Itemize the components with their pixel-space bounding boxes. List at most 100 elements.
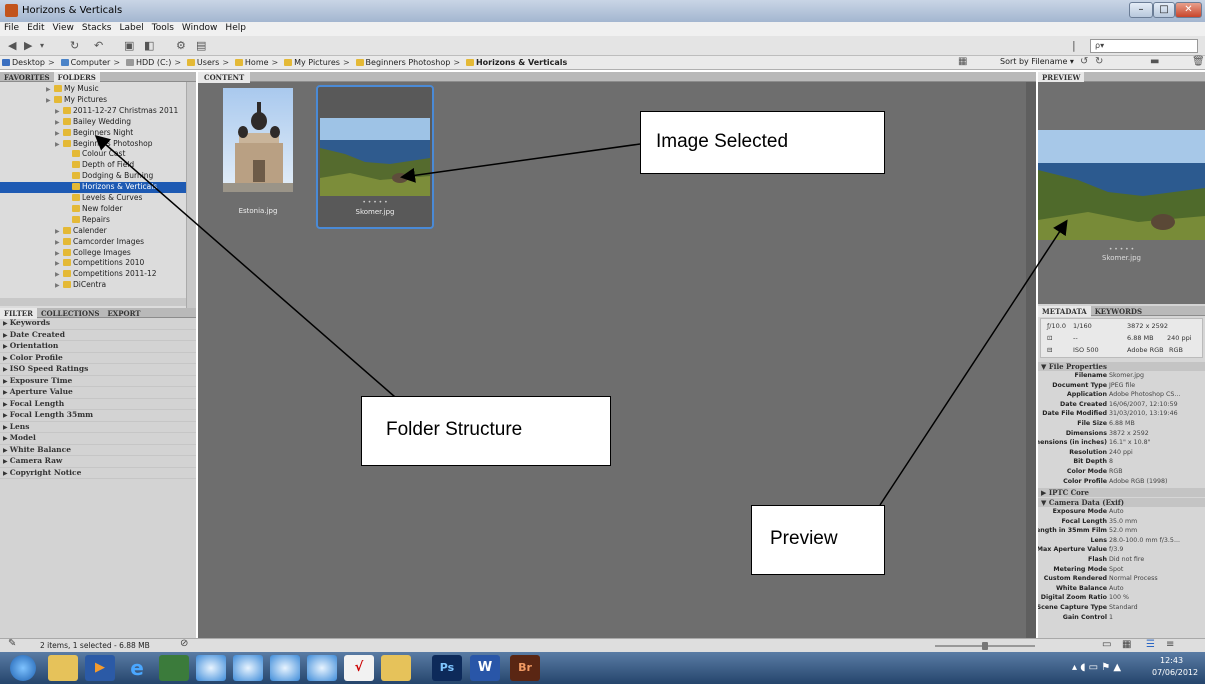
breadcrumb-my-pictures[interactable]: My Pictures [282,56,342,67]
expand-arrow-icon[interactable]: ▶ [55,271,63,278]
preview-rating-stars[interactable]: • • • • • [1038,246,1205,253]
filter-category[interactable]: ▶ Exposure Time [0,376,196,387]
taskbar-folder-icon[interactable] [381,655,411,681]
folder-tree-item[interactable]: ▶Levels & Curves [0,193,186,204]
reveal-recent-icon[interactable]: ↻ [70,39,79,52]
filter-category[interactable]: ▶ Copyright Notice [0,468,196,479]
clock-date[interactable]: 07/06/2012 [1152,668,1198,677]
taskbar-ie-icon[interactable]: e [122,655,152,681]
taskbar-chrome-icon[interactable] [270,655,300,681]
menu-label[interactable]: Label [115,22,147,33]
folder-tree-item[interactable]: ▶ 2011-12-27 Christmas 2011 [0,106,186,117]
breadcrumb-desktop[interactable]: Desktop [0,56,47,67]
breadcrumb-home[interactable]: Home [233,56,271,67]
rotate-right-icon[interactable]: ↻ [1095,56,1103,67]
tab-keywords[interactable]: KEYWORDS [1091,306,1146,317]
output-icon[interactable]: ▤ [196,39,206,52]
maximize-button[interactable]: □ [1153,2,1175,18]
breadcrumb-users[interactable]: Users [185,56,221,67]
taskbar-word-icon[interactable]: W [470,655,500,681]
search-input[interactable]: ρ▾ [1090,39,1198,53]
folder-tree-item[interactable]: ▶Horizons & Verticals [0,182,186,194]
content-scrollbar[interactable] [1026,82,1036,638]
refine-icon[interactable]: ◧ [144,39,154,52]
taskbar-acrobat-icon[interactable]: √ [344,655,374,681]
filter-category[interactable]: ▶ ISO Speed Ratings [0,364,196,376]
breadcrumb-computer[interactable]: Computer [59,56,113,67]
filter-category[interactable]: ▶ Model [0,433,196,445]
filter-category[interactable]: ▶ Date Created [0,330,196,341]
taskbar-explorer-icon[interactable] [48,655,78,681]
close-button[interactable]: ✕ [1175,2,1202,18]
filter-category[interactable]: ▶ Orientation [0,341,196,353]
thumbnail-estonia[interactable] [223,88,293,192]
folder-hscrollbar[interactable] [0,298,186,306]
breadcrumb-horizons-verticals[interactable]: Horizons & Verticals [464,56,569,67]
folder-tree-item[interactable]: ▶ Calender [0,226,186,237]
menu-window[interactable]: Window [178,22,222,33]
filter-category[interactable]: ▶ Camera Raw [0,456,196,468]
tab-content[interactable]: CONTENT [198,72,251,83]
delete-icon[interactable]: 🗑 [1192,56,1205,67]
menu-stacks[interactable]: Stacks [78,22,116,33]
expand-arrow-icon[interactable]: ▶ [55,119,63,126]
breadcrumb-beginners-photoshop[interactable]: Beginners Photoshop [354,56,453,67]
expand-arrow-icon[interactable]: ▶ [55,260,63,267]
view-details-icon[interactable]: ☰ [1146,639,1155,650]
expand-arrow-icon[interactable]: ▶ [46,86,54,93]
start-button[interactable] [10,655,36,681]
view-list-icon[interactable]: ≡ [1166,639,1174,650]
thumbnail-skomer-selected[interactable]: • • • • • Skomer.jpg [316,85,434,229]
folder-tree-item[interactable]: ▶ Camcorder Images [0,237,186,248]
folder-tree-item[interactable]: ▶ My Music [0,84,186,95]
tab-export[interactable]: EXPORT [103,308,144,319]
tab-metadata[interactable]: METADATA [1038,306,1091,317]
folder-tree-item[interactable]: ▶Repairs [0,215,186,226]
filter-category[interactable]: ▶ White Balance [0,445,196,456]
rotate-left-icon[interactable]: ↺ [1080,56,1088,67]
folder-tree-item[interactable]: ▶ My Pictures [0,95,186,106]
tray-icons[interactable]: ▴ ◖ ▭ ⚑ ▲ [1072,662,1121,673]
expand-arrow-icon[interactable]: ▶ [46,97,54,104]
taskbar-media-icon[interactable]: ▶ [85,655,115,681]
breadcrumb-hdd[interactable]: HDD (C:) [124,56,173,67]
folder-tree-item[interactable]: ▶Dodging & Burning [0,171,186,182]
view-thumbnails-icon[interactable]: ▦ [1122,639,1131,650]
slider-thumb[interactable] [982,642,988,650]
folder-scrollbar[interactable] [186,82,196,308]
camera-icon[interactable]: ▣ [124,39,134,52]
back-icon[interactable]: ◀ [8,39,16,52]
menu-view[interactable]: View [49,22,78,33]
expand-arrow-icon[interactable]: ▶ [55,130,63,137]
expand-arrow-icon[interactable]: ▶ [55,228,63,235]
clock-time[interactable]: 12:43 [1160,656,1183,665]
folder-tree-item[interactable]: ▶Colour Cast [0,149,186,160]
thumbnail-rating-stars[interactable]: • • • • • [318,199,432,206]
expand-arrow-icon[interactable]: ▶ [55,141,63,148]
preview-area[interactable]: • • • • • Skomer.jpg [1038,82,1205,304]
pin-icon[interactable]: ✎ [8,638,16,649]
menu-help[interactable]: Help [221,22,250,33]
folder-tree-item[interactable]: ▶ College Images [0,248,186,259]
folder-tree-item[interactable]: ▶ Beginners Photoshop [0,139,186,150]
taskbar-photoshop-icon[interactable]: Ps [432,655,462,681]
menu-edit[interactable]: Edit [23,22,48,33]
expand-arrow-icon[interactable]: ▶ [55,282,63,289]
filter-category[interactable]: ▶ Aperture Value [0,387,196,399]
folder-tree-item[interactable]: ▶ Beginners Night [0,128,186,139]
filter-category[interactable]: ▶ Keywords [0,318,196,330]
filter-category[interactable]: ▶ Color Profile [0,353,196,364]
forward-icon[interactable]: ▶ [24,39,32,52]
taskbar-bridge-icon[interactable]: Br [510,655,540,681]
filter-category[interactable]: ▶ Focal Length 35mm [0,410,196,422]
folder-tree-item[interactable]: ▶ Competitions 2010 [0,258,186,269]
folder-tree-item[interactable]: ▶ Bailey Wedding [0,117,186,128]
section-camera-data[interactable]: ▼ Camera Data (Exif) [1038,498,1205,507]
filter-clear-icon[interactable]: ⊘ [180,638,188,649]
minimize-button[interactable]: – [1129,2,1153,18]
taskbar-app-icon[interactable] [159,655,189,681]
folder-tree-item[interactable]: ▶Depth of Field [0,160,186,171]
recent-dropdown-icon[interactable]: ▾ [40,41,44,50]
return-icon[interactable]: ↶ [94,39,103,52]
section-file-properties[interactable]: ▼ File Properties [1038,362,1205,371]
